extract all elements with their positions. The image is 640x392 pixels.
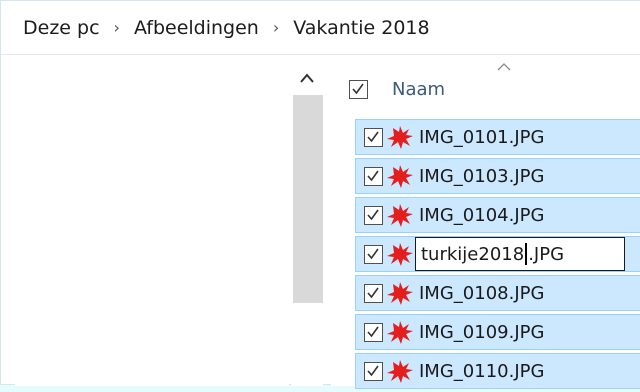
file-name: IMG_0101.JPG	[419, 126, 545, 148]
breadcrumb-item-vakantie-2018[interactable]: Vakantie 2018	[293, 17, 429, 39]
file-name: IMG_0108.JPG	[419, 282, 545, 304]
checkmark-icon	[367, 287, 379, 298]
file-row[interactable]: IMG_0104.JPG	[355, 197, 640, 233]
column-header[interactable]: Naam	[349, 63, 640, 109]
file-name: IMG_0104.JPG	[419, 204, 545, 226]
checkmark-icon	[367, 326, 379, 337]
chevron-right-icon[interactable]: ›	[114, 18, 120, 37]
chevron-up-icon	[300, 73, 314, 83]
rename-text-after-caret: .JPG	[528, 243, 565, 265]
file-name: IMG_0103.JPG	[419, 165, 545, 187]
sort-ascending-icon	[497, 63, 511, 71]
file-row[interactable]: IMG_0109.JPG	[355, 314, 640, 350]
scroll-up-button[interactable]	[291, 65, 323, 91]
checkmark-icon	[367, 248, 379, 259]
rename-text-before-caret: turkije2018	[421, 243, 525, 265]
chevron-right-icon[interactable]: ›	[273, 18, 279, 37]
file-name: IMG_0109.JPG	[419, 321, 545, 343]
file-explorer-window: Deze pc › Afbeeldingen › Vakantie 2018 N…	[0, 0, 640, 389]
file-row[interactable]: IMG_0103.JPG	[355, 158, 640, 194]
breadcrumb: Deze pc › Afbeeldingen › Vakantie 2018	[1, 1, 640, 55]
column-header-name[interactable]: Naam	[392, 79, 445, 100]
checkmark-icon	[367, 365, 379, 376]
checkmark-icon	[352, 83, 364, 94]
file-row[interactable]: IMG_0110.JPG	[355, 353, 640, 389]
red-splash-icon	[387, 360, 413, 383]
scrollbar-thumb[interactable]	[293, 95, 323, 303]
red-splash-icon	[387, 165, 413, 188]
row-checkbox[interactable]	[364, 283, 383, 303]
file-row[interactable]: IMG_0108.JPG	[355, 275, 640, 311]
red-splash-icon	[387, 204, 413, 227]
breadcrumb-item-deze-pc[interactable]: Deze pc	[23, 17, 100, 39]
file-rows: IMG_0101.JPG IMG_0103.JPG IMG_0104.JPG t…	[355, 119, 640, 392]
checkmark-icon	[367, 209, 379, 220]
row-checkbox[interactable]	[364, 166, 383, 186]
red-splash-icon	[387, 282, 413, 305]
file-list: Naam IMG_0101.JPG IMG_0103.JPG IMG_0104.…	[331, 55, 640, 389]
navigation-pane	[15, 55, 289, 386]
red-splash-icon	[387, 321, 413, 344]
navigation-scrollbar[interactable]	[291, 55, 323, 386]
file-name: IMG_0110.JPG	[419, 360, 545, 382]
row-checkbox[interactable]	[364, 322, 383, 342]
breadcrumb-item-afbeeldingen[interactable]: Afbeeldingen	[134, 17, 259, 39]
checkmark-icon	[367, 170, 379, 181]
red-splash-icon	[387, 243, 413, 266]
file-row-renaming[interactable]: turkije2018 .JPG	[355, 236, 640, 272]
red-splash-icon	[387, 126, 413, 149]
row-checkbox[interactable]	[364, 244, 383, 264]
row-checkbox[interactable]	[364, 127, 383, 147]
select-all-checkbox[interactable]	[349, 79, 368, 99]
rename-input[interactable]: turkije2018 .JPG	[415, 237, 625, 271]
row-checkbox[interactable]	[364, 361, 383, 381]
row-checkbox[interactable]	[364, 205, 383, 225]
checkmark-icon	[367, 131, 379, 142]
text-caret	[525, 243, 528, 265]
file-row[interactable]: IMG_0101.JPG	[355, 119, 640, 155]
